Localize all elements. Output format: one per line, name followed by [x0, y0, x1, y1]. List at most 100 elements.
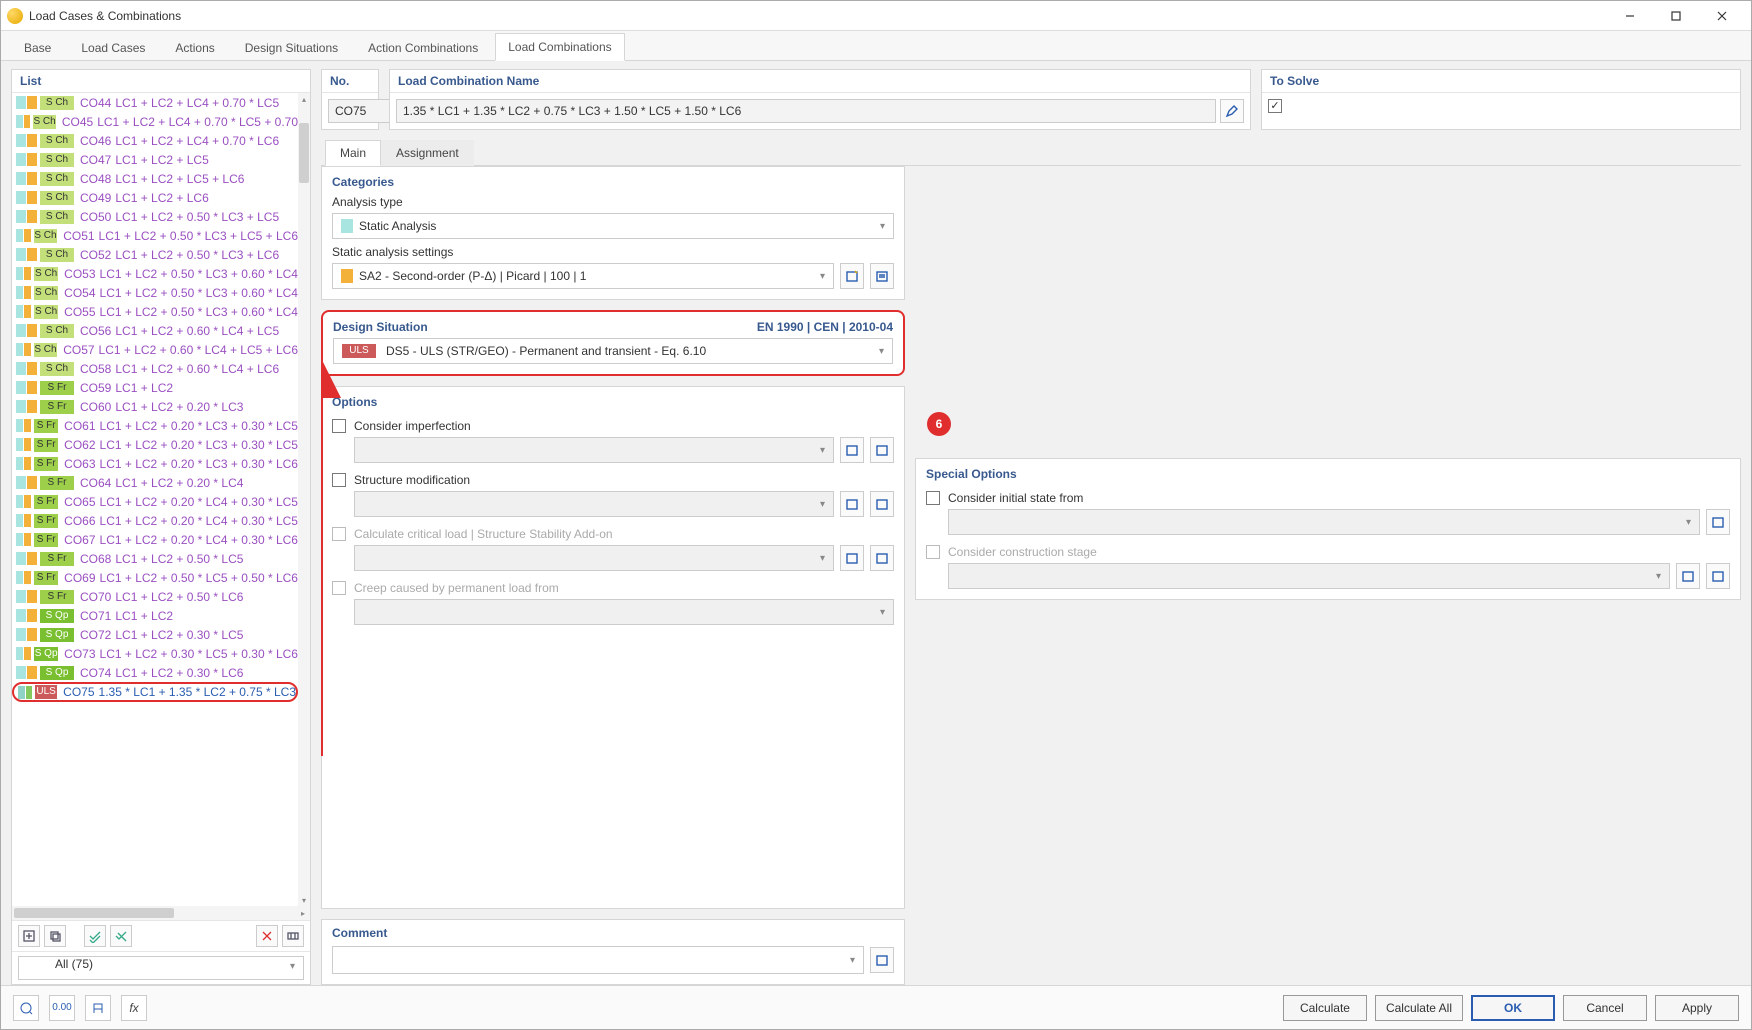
swatch-icon [16, 248, 26, 261]
filter-dropdown[interactable]: All (75) [18, 956, 304, 980]
critical-load-edit-button[interactable] [870, 545, 894, 571]
list-item[interactable]: ULSCO751.35 * LC1 + 1.35 * LC2 + 0.75 * … [12, 682, 298, 702]
structure-mod-edit-button[interactable] [870, 491, 894, 517]
structure-button[interactable] [85, 995, 111, 1021]
design-situation-dropdown[interactable]: ULS DS5 - ULS (STR/GEO) - Permanent and … [333, 338, 893, 364]
edit-name-button[interactable] [1220, 99, 1244, 123]
subtab-assignment[interactable]: Assignment [381, 140, 474, 166]
scroll-down-icon[interactable]: ▾ [298, 894, 310, 906]
row-text: LC1 + LC2 + 0.20 * LC3 + 0.30 * LC6 [100, 457, 298, 471]
list-item[interactable]: S ChCO48LC1 + LC2 + LC5 + LC6 [12, 169, 298, 188]
tab-load-combinations[interactable]: Load Combinations [495, 33, 624, 61]
static-settings-dropdown[interactable]: SA2 - Second-order (P-Δ) | Picard | 100 … [332, 263, 834, 289]
cancel-button[interactable]: Cancel [1563, 995, 1647, 1021]
list-item[interactable]: S FrCO64LC1 + LC2 + 0.20 * LC4 [12, 473, 298, 492]
tab-actions[interactable]: Actions [162, 34, 227, 61]
imperfection-edit-button[interactable] [870, 437, 894, 463]
initial-state-edit-button[interactable] [1706, 509, 1730, 535]
tosolve-checkbox[interactable] [1268, 99, 1282, 113]
tab-design-situations[interactable]: Design Situations [232, 34, 351, 61]
list-item[interactable]: S ChCO51LC1 + LC2 + 0.50 * LC3 + LC5 + L… [12, 226, 298, 245]
scroll-up-icon[interactable]: ▴ [298, 93, 310, 105]
row-text: LC1 + LC2 + 0.20 * LC4 + 0.30 * LC6 [100, 533, 298, 547]
list-item[interactable]: S ChCO56LC1 + LC2 + 0.60 * LC4 + LC5 [12, 321, 298, 340]
vertical-scrollbar[interactable]: ▴ ▾ [298, 93, 310, 906]
subtab-main[interactable]: Main [325, 140, 381, 166]
apply-button[interactable]: Apply [1655, 995, 1739, 1021]
list-item[interactable]: S ChCO53LC1 + LC2 + 0.50 * LC3 + 0.60 * … [12, 264, 298, 283]
list-item[interactable]: S ChCO58LC1 + LC2 + 0.60 * LC4 + LC6 [12, 359, 298, 378]
list-item[interactable]: S QpCO71LC1 + LC2 [12, 606, 298, 625]
list-item[interactable]: S ChCO44LC1 + LC2 + LC4 + 0.70 * LC5 [12, 93, 298, 112]
critical-load-new-button[interactable] [840, 545, 864, 571]
app-icon [7, 8, 23, 24]
row-text: LC1 + LC2 + 0.30 * LC5 [115, 628, 243, 642]
list-item[interactable]: S ChCO46LC1 + LC2 + LC4 + 0.70 * LC6 [12, 131, 298, 150]
function-button[interactable]: fx [121, 995, 147, 1021]
static-settings-edit-button[interactable] [870, 263, 894, 289]
close-button[interactable] [1699, 1, 1745, 31]
row-text: LC1 + LC2 + 0.30 * LC6 [115, 666, 243, 680]
tab-load-cases[interactable]: Load Cases [68, 34, 158, 61]
swatch-icon [16, 590, 26, 603]
list-item[interactable]: S ChCO49LC1 + LC2 + LC6 [12, 188, 298, 207]
list-item[interactable]: S ChCO57LC1 + LC2 + 0.60 * LC4 + LC5 + L… [12, 340, 298, 359]
list-item[interactable]: S FrCO67LC1 + LC2 + 0.20 * LC4 + 0.30 * … [12, 530, 298, 549]
category-badge: S Fr [34, 533, 58, 547]
list-item[interactable]: S FrCO59LC1 + LC2 [12, 378, 298, 397]
row-text: LC1 + LC2 + 0.50 * LC3 + LC5 [115, 210, 279, 224]
structure-mod-new-button[interactable] [840, 491, 864, 517]
construction-stage-new-button[interactable] [1676, 563, 1700, 589]
list-item[interactable]: S FrCO65LC1 + LC2 + 0.20 * LC4 + 0.30 * … [12, 492, 298, 511]
scroll-thumb[interactable] [299, 123, 309, 183]
category-badge: S Fr [34, 438, 58, 452]
list-item[interactable]: S FrCO60LC1 + LC2 + 0.20 * LC3 [12, 397, 298, 416]
new-item-button[interactable] [18, 925, 40, 947]
list-item[interactable]: S ChCO54LC1 + LC2 + 0.50 * LC3 + 0.60 * … [12, 283, 298, 302]
imperfection-new-button[interactable] [840, 437, 864, 463]
calculate-button[interactable]: Calculate [1283, 995, 1367, 1021]
tab-base[interactable]: Base [11, 34, 64, 61]
list-item[interactable]: S FrCO66LC1 + LC2 + 0.20 * LC4 + 0.30 * … [12, 511, 298, 530]
imperfection-label: Consider imperfection [354, 419, 471, 433]
comment-dropdown[interactable] [332, 946, 864, 974]
imperfection-checkbox[interactable] [332, 419, 346, 433]
list-item[interactable]: S ChCO45LC1 + LC2 + LC4 + 0.70 * LC5 + 0… [12, 112, 298, 131]
horizontal-scrollbar[interactable]: ◂ ▸ [12, 906, 310, 920]
scroll-right-icon[interactable]: ▸ [296, 906, 310, 920]
help-button[interactable] [13, 995, 39, 1021]
structure-mod-checkbox[interactable] [332, 473, 346, 487]
static-settings-new-button[interactable] [840, 263, 864, 289]
uncheck-all-button[interactable] [110, 925, 132, 947]
check-all-button[interactable] [84, 925, 106, 947]
list-item[interactable]: S ChCO52LC1 + LC2 + 0.50 * LC3 + LC6 [12, 245, 298, 264]
comment-edit-button[interactable] [870, 947, 894, 973]
tab-action-combinations[interactable]: Action Combinations [355, 34, 491, 61]
calculate-all-button[interactable]: Calculate All [1375, 995, 1463, 1021]
list-item[interactable]: S FrCO61LC1 + LC2 + 0.20 * LC3 + 0.30 * … [12, 416, 298, 435]
units-button[interactable]: 0.00 [49, 995, 75, 1021]
list-item[interactable]: S ChCO47LC1 + LC2 + LC5 [12, 150, 298, 169]
list-item[interactable]: S FrCO70LC1 + LC2 + 0.50 * LC6 [12, 587, 298, 606]
analysis-type-dropdown[interactable]: Static Analysis [332, 213, 894, 239]
list-item[interactable]: S QpCO74LC1 + LC2 + 0.30 * LC6 [12, 663, 298, 682]
delete-button[interactable] [256, 925, 278, 947]
maximize-button[interactable] [1653, 1, 1699, 31]
list-item[interactable]: S ChCO50LC1 + LC2 + 0.50 * LC3 + LC5 [12, 207, 298, 226]
ok-button[interactable]: OK [1471, 995, 1555, 1021]
list-item[interactable]: S ChCO55LC1 + LC2 + 0.50 * LC3 + 0.60 * … [12, 302, 298, 321]
minimize-button[interactable] [1607, 1, 1653, 31]
list-item[interactable]: S QpCO73LC1 + LC2 + 0.30 * LC5 + 0.30 * … [12, 644, 298, 663]
list-item[interactable]: S FrCO68LC1 + LC2 + 0.50 * LC5 [12, 549, 298, 568]
list-item[interactable]: S FrCO62LC1 + LC2 + 0.20 * LC3 + 0.30 * … [12, 435, 298, 454]
copy-item-button[interactable] [44, 925, 66, 947]
initial-state-checkbox[interactable] [926, 491, 940, 505]
name-input[interactable] [396, 99, 1216, 123]
h-scroll-thumb[interactable] [14, 908, 174, 918]
list-item[interactable]: S FrCO69LC1 + LC2 + 0.50 * LC5 + 0.50 * … [12, 568, 298, 587]
list-rows[interactable]: S ChCO44LC1 + LC2 + LC4 + 0.70 * LC5S Ch… [12, 93, 298, 906]
list-item[interactable]: S QpCO72LC1 + LC2 + 0.30 * LC5 [12, 625, 298, 644]
list-item[interactable]: S FrCO63LC1 + LC2 + 0.20 * LC3 + 0.30 * … [12, 454, 298, 473]
construction-stage-edit-button[interactable] [1706, 563, 1730, 589]
details-button[interactable] [282, 925, 304, 947]
